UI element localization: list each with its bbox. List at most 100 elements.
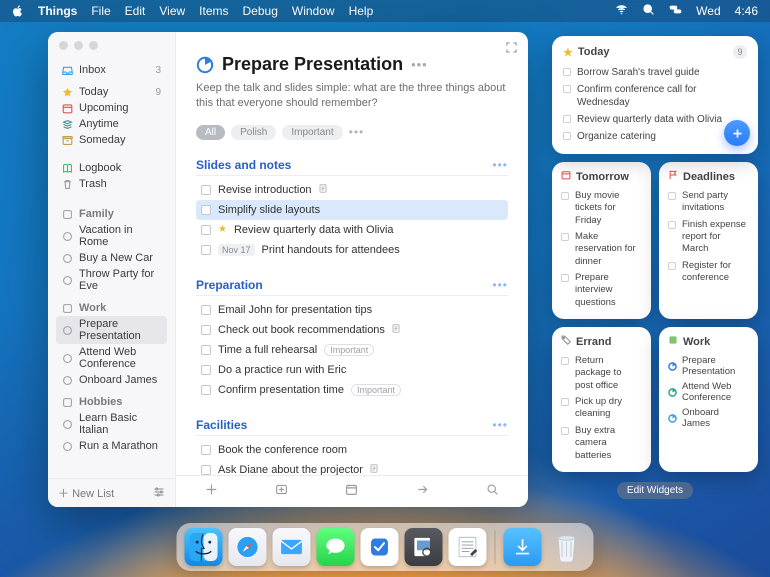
todo-item[interactable]: Time a full rehearsal Important	[196, 340, 508, 360]
wifi-icon[interactable]	[615, 3, 628, 19]
todo-checkbox[interactable]	[201, 245, 211, 255]
sidebar-item-throw-party-for-eve[interactable]: Throw Party for Eve	[56, 266, 167, 294]
todo-checkbox[interactable]	[201, 365, 211, 375]
heading-title[interactable]: Preparation	[196, 278, 263, 292]
todo-checkbox[interactable]	[201, 385, 211, 395]
todo-checkbox[interactable]	[563, 132, 571, 140]
widget-item[interactable]: Return package to post office	[561, 353, 642, 394]
sidebar-item-buy-a-new-car[interactable]: Buy a New Car	[56, 250, 167, 266]
todo-item[interactable]: Revise introduction	[196, 180, 508, 200]
todo-checkbox[interactable]	[561, 274, 569, 282]
sidebar-item-onboard-james[interactable]: Onboard James	[56, 372, 167, 388]
spotlight-icon[interactable]	[642, 3, 655, 19]
filter-important[interactable]: Important	[282, 125, 342, 140]
widget-project[interactable]: Attend Web Conference	[668, 379, 749, 405]
sidebar-upcoming[interactable]: Upcoming	[56, 100, 167, 116]
new-heading-button[interactable]	[275, 483, 288, 501]
todo-checkbox[interactable]	[561, 233, 569, 241]
todo-checkbox[interactable]	[201, 205, 211, 215]
todo-checkbox[interactable]	[563, 68, 571, 76]
apple-menu[interactable]	[12, 5, 24, 17]
widget-deadlines[interactable]: Deadlines Send party invitationsFinish e…	[659, 162, 758, 319]
project-menu-icon[interactable]: •••	[411, 57, 428, 72]
todo-checkbox[interactable]	[561, 398, 569, 406]
control-center-icon[interactable]	[669, 3, 682, 19]
sidebar-item-attend-web-conference[interactable]: Attend Web Conference	[56, 344, 167, 372]
todo-checkbox[interactable]	[668, 262, 676, 270]
todo-item[interactable]: Confirm presentation time Important	[196, 380, 508, 400]
dock-mail[interactable]	[273, 528, 311, 566]
menu-time[interactable]: 4:46	[735, 4, 758, 18]
todo-item[interactable]: Book the conference room	[196, 440, 508, 460]
dock-textedit[interactable]	[449, 528, 487, 566]
widget-item[interactable]: Make reservation for dinner	[561, 229, 642, 270]
widget-item[interactable]: Pick up dry cleaning	[561, 394, 642, 423]
todo-checkbox[interactable]	[201, 225, 211, 235]
project-notes[interactable]: Keep the talk and slides simple: what ar…	[196, 81, 508, 111]
filter-all[interactable]: All	[196, 125, 225, 140]
sidebar-item-learn-basic-italian[interactable]: Learn Basic Italian	[56, 410, 167, 438]
widget-item[interactable]: Buy movie tickets for Friday	[561, 188, 642, 229]
sidebar-item-hobbies[interactable]: Hobbies	[56, 394, 167, 410]
search-button[interactable]	[486, 483, 499, 501]
dock-trash[interactable]	[548, 528, 586, 566]
sidebar-item-work[interactable]: Work	[56, 300, 167, 316]
quick-add-button[interactable]	[724, 120, 750, 146]
sidebar-inbox[interactable]: Inbox 3	[56, 62, 167, 78]
heading-title[interactable]: Slides and notes	[196, 158, 291, 172]
widget-item[interactable]: Review quarterly data with Olivia	[563, 111, 747, 128]
todo-tag[interactable]: Important	[324, 344, 374, 356]
sidebar-item-prepare-presentation[interactable]: Prepare Presentation	[56, 316, 167, 344]
todo-item[interactable]: Nov 17 Print handouts for attendees	[196, 240, 508, 260]
menu-edit[interactable]: Edit	[125, 4, 146, 18]
menu-help[interactable]: Help	[349, 4, 374, 18]
widget-item[interactable]: Send party invitations	[668, 188, 749, 217]
menu-items[interactable]: Items	[199, 4, 228, 18]
heading-menu-icon[interactable]: •••	[492, 418, 508, 432]
todo-checkbox[interactable]	[201, 465, 211, 475]
todo-checkbox[interactable]	[201, 345, 211, 355]
menu-day[interactable]: Wed	[696, 4, 720, 18]
todo-checkbox[interactable]	[668, 192, 676, 200]
heading-menu-icon[interactable]: •••	[492, 158, 508, 172]
widget-item[interactable]: Finish expense report for March	[668, 217, 749, 258]
todo-checkbox[interactable]	[201, 185, 211, 195]
menu-debug[interactable]: Debug	[243, 4, 278, 18]
todo-checkbox[interactable]	[561, 192, 569, 200]
widget-project[interactable]: Onboard James	[668, 405, 749, 431]
widget-item[interactable]: Register for conference	[668, 258, 749, 287]
todo-item[interactable]: Simplify slide layouts	[196, 200, 508, 220]
todo-checkbox[interactable]	[561, 427, 569, 435]
todo-item[interactable]: Ask Diane about the projector	[196, 460, 508, 475]
new-list-button[interactable]: ＋ New List	[58, 485, 114, 501]
widget-item[interactable]: Organize catering	[563, 128, 747, 145]
todo-item[interactable]: ★ Review quarterly data with Olivia	[196, 220, 508, 240]
settings-icon[interactable]	[153, 486, 165, 501]
dock-preview[interactable]	[405, 528, 443, 566]
widget-work[interactable]: Work Prepare PresentationAttend Web Conf…	[659, 327, 758, 472]
todo-checkbox[interactable]	[201, 325, 211, 335]
menu-view[interactable]: View	[159, 4, 185, 18]
move-button[interactable]	[416, 483, 429, 501]
new-todo-button[interactable]	[205, 483, 218, 501]
widget-errand[interactable]: Errand Return package to post officePick…	[552, 327, 651, 472]
dock-things[interactable]	[361, 528, 399, 566]
fullscreen-icon[interactable]	[506, 40, 517, 58]
menu-app-name[interactable]: Things	[38, 4, 77, 18]
widget-item[interactable]: Prepare interview questions	[561, 270, 642, 311]
sidebar-anytime[interactable]: Anytime	[56, 116, 167, 132]
sidebar-trash[interactable]: Trash	[56, 176, 167, 192]
heading-menu-icon[interactable]: •••	[492, 278, 508, 292]
widget-tomorrow[interactable]: Tomorrow Buy movie tickets for FridayMak…	[552, 162, 651, 319]
heading-title[interactable]: Facilities	[196, 418, 247, 432]
todo-item[interactable]: Check out book recommendations	[196, 320, 508, 340]
sidebar-item-vacation-in-rome[interactable]: Vacation in Rome	[56, 222, 167, 250]
edit-widgets-button[interactable]: Edit Widgets	[617, 482, 693, 499]
sidebar-logbook[interactable]: Logbook	[56, 160, 167, 176]
dock-downloads[interactable]	[504, 528, 542, 566]
todo-checkbox[interactable]	[563, 115, 571, 123]
todo-checkbox[interactable]	[201, 445, 211, 455]
filter-more-icon[interactable]: •••	[349, 125, 365, 139]
todo-item[interactable]: Email John for presentation tips	[196, 300, 508, 320]
todo-checkbox[interactable]	[563, 85, 571, 93]
